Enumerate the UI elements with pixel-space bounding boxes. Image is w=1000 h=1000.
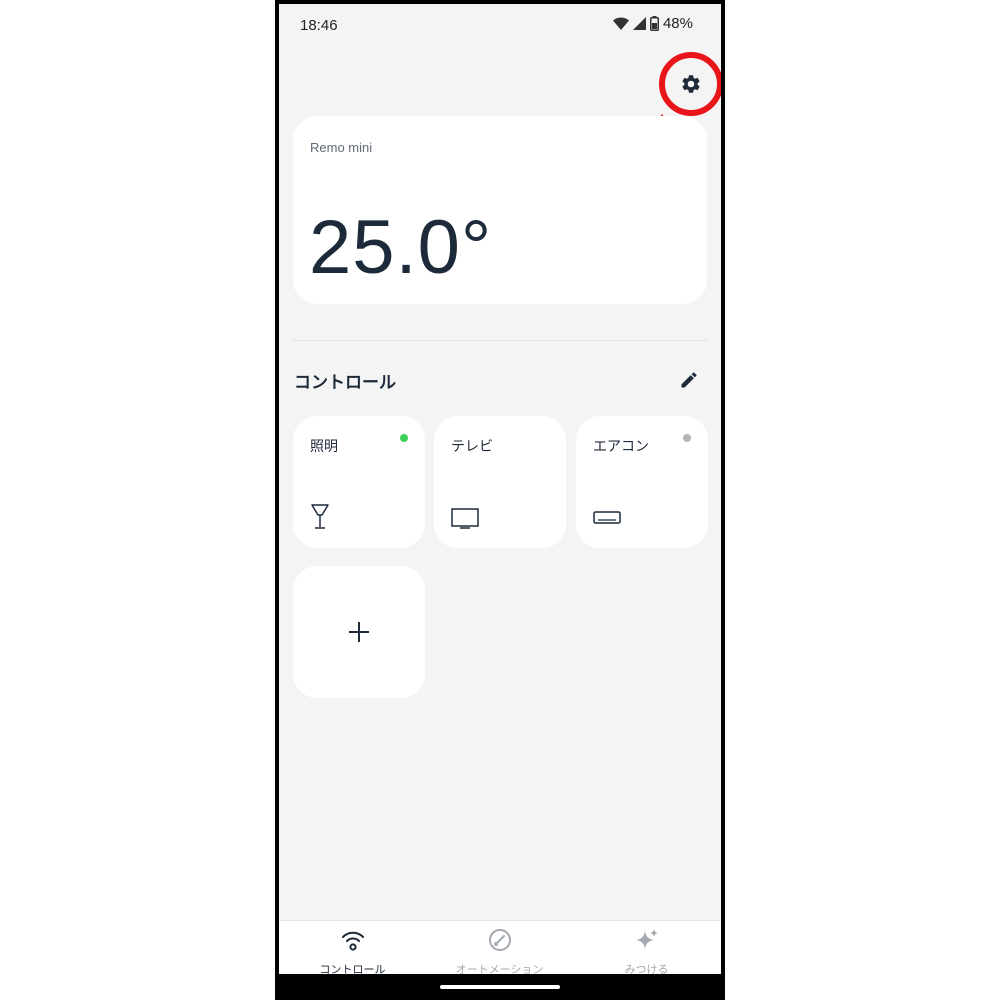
- phone-frame: 18:46 48% Remo mini 25.0° コントロール 照明 テレビ …: [275, 0, 725, 1000]
- nav-label: コントロール: [319, 963, 386, 974]
- bottom-navigation: コントロール オートメーション みつける: [279, 920, 721, 974]
- control-tile-lighting[interactable]: 照明: [293, 416, 425, 548]
- section-divider: [293, 340, 707, 341]
- controls-section-title: コントロール: [294, 373, 396, 393]
- status-icons: 48%: [612, 15, 693, 32]
- tile-label: エアコン: [593, 439, 649, 455]
- temperature-readout: 25.0°: [309, 205, 493, 290]
- settings-button[interactable]: [659, 52, 721, 116]
- tile-label: 照明: [310, 439, 338, 455]
- nav-tab-automation[interactable]: オートメーション: [426, 921, 573, 974]
- wifi-icon: [612, 17, 629, 30]
- nav-tab-control[interactable]: コントロール: [279, 921, 426, 974]
- lamp-icon: [311, 504, 329, 529]
- tv-icon: [451, 508, 479, 529]
- sparkle-icon: [635, 929, 658, 949]
- nav-icon-wrap: [279, 927, 426, 953]
- app-screen: 18:46 48% Remo mini 25.0° コントロール 照明 テレビ …: [279, 4, 721, 974]
- add-control-button[interactable]: [293, 566, 425, 698]
- cell-signal-icon: [632, 17, 646, 30]
- gear-icon: [682, 75, 700, 93]
- edit-controls-button[interactable]: [679, 370, 701, 392]
- status-dot-off: [683, 434, 691, 442]
- battery-icon: [649, 16, 659, 31]
- nav-icon-wrap: [573, 927, 720, 953]
- battery-level: 48%: [662, 15, 693, 32]
- plus-icon: [349, 622, 369, 642]
- pencil-icon: [681, 372, 697, 388]
- nav-icon-wrap: [426, 927, 573, 953]
- tile-label: テレビ: [451, 439, 493, 455]
- control-tile-tv[interactable]: テレビ: [434, 416, 566, 548]
- nav-label: オートメーション: [455, 963, 544, 974]
- control-tile-air-conditioner[interactable]: エアコン: [576, 416, 708, 548]
- home-indicator-bar[interactable]: [440, 985, 560, 989]
- status-dot-on: [400, 434, 408, 442]
- nav-tab-discover[interactable]: みつける: [573, 921, 720, 974]
- remo-device-card[interactable]: Remo mini 25.0°: [293, 116, 707, 304]
- status-time: 18:46: [300, 17, 338, 34]
- add-control-plus-wrap: [293, 566, 425, 698]
- nav-label: みつける: [624, 963, 669, 974]
- wifi-signal-icon: [341, 931, 364, 951]
- gauge-icon: [488, 929, 511, 951]
- device-name: Remo mini: [310, 140, 373, 155]
- status-bar: 18:46 48%: [279, 4, 721, 44]
- air-conditioner-icon: [593, 511, 621, 524]
